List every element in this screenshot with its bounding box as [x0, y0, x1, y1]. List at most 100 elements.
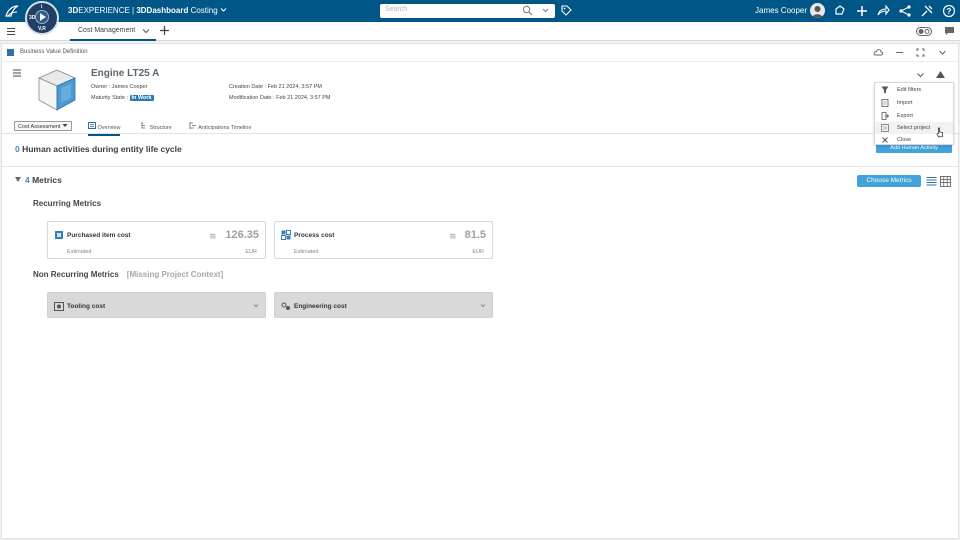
metric-status: Estimated: [67, 249, 92, 255]
expand-triangle-icon[interactable]: [15, 177, 21, 182]
notification-icon[interactable]: [833, 4, 847, 18]
filter-icon: [881, 86, 889, 94]
widget-app-icon: [7, 49, 14, 56]
search-icon[interactable]: [522, 5, 533, 16]
object-menu-icon[interactable]: [12, 68, 22, 78]
non-recurring-metrics-title: Non Recurring Metrics [Missing Project Co…: [33, 270, 224, 279]
project-icon: [881, 124, 889, 132]
creation-date-row: Creation Date : Feb 21 2024, 3:57 PM: [229, 84, 322, 90]
maturity-badge[interactable]: In Work: [129, 95, 154, 101]
compass-icon[interactable]: 3D V,R i: [25, 1, 59, 35]
metric-unit: EUR: [245, 249, 257, 255]
metric-card-process-cost[interactable]: Process cost ≊ 81.5 Estimated EUR: [274, 221, 493, 259]
metric-name: Engineering cost: [294, 303, 347, 310]
metric-value: 81.5: [464, 229, 486, 241]
metric-card-tooling-cost[interactable]: Tooling cost: [47, 292, 266, 318]
chevron-down-icon[interactable]: [480, 303, 486, 308]
metric-name: Purchased item cost: [67, 232, 131, 239]
tab-label: Cost Management: [78, 27, 136, 34]
metric-card-purchased-item-cost[interactable]: Purchased item cost ≊ 126.35 Estimated E…: [47, 221, 266, 259]
tools-icon[interactable]: [920, 4, 934, 18]
tab-anticipations-timeline[interactable]: Anticipations Timeline: [189, 122, 251, 131]
tab-bar: Cost Management: [0, 22, 960, 41]
menu-item-import[interactable]: Import: [875, 97, 953, 109]
add-tab-icon[interactable]: [159, 25, 170, 36]
choose-metrics-button[interactable]: Choose Metrics: [857, 175, 921, 187]
owner-row: Owner : James Cooper: [91, 84, 148, 90]
help-icon[interactable]: ?: [942, 4, 956, 18]
chevron-down-icon[interactable]: [142, 27, 150, 35]
human-activities-heading: 0 Human activities during entity life cy…: [15, 144, 182, 154]
tab-cost-management[interactable]: Cost Management: [70, 22, 156, 41]
divider: [2, 166, 958, 167]
close-icon: [882, 137, 888, 143]
avatar[interactable]: [810, 3, 825, 18]
compass-label-3d: 3D: [29, 15, 36, 21]
modification-date-row: Modification Date : Feb 21 2024, 3:57 PM: [229, 95, 331, 101]
view-tabs: Cost Assessment Overview Structure Antic…: [2, 118, 958, 136]
network-icon[interactable]: [898, 4, 912, 18]
export-icon: [881, 112, 889, 120]
approx-icon: ≊: [209, 231, 217, 241]
tab-structure[interactable]: Structure: [140, 122, 172, 131]
metrics-heading[interactable]: 4 Metrics: [15, 175, 62, 185]
share-icon[interactable]: [876, 4, 890, 18]
metric-name: Tooling cost: [67, 303, 106, 310]
modification-date: Feb 21 2024, 3:57 PM: [276, 95, 331, 101]
widget-header: Business Value Definition: [2, 44, 958, 62]
menu-item-edit-filters[interactable]: Edit filters: [875, 84, 953, 96]
toggle-icon[interactable]: [916, 27, 932, 36]
missing-project-context: [Missing Project Context]: [126, 270, 224, 279]
creation-date: Feb 21 2024, 3:57 PM: [267, 84, 322, 90]
compass-label-vr: V,R: [38, 26, 46, 32]
widget-title: Business Value Definition: [20, 49, 88, 55]
engineering-icon: [281, 302, 290, 310]
cloud-icon[interactable]: [873, 48, 883, 57]
chevron-down-icon[interactable]: [541, 5, 550, 16]
svg-text:?: ?: [947, 7, 952, 16]
metric-card-engineering-cost[interactable]: Engineering cost: [274, 292, 493, 318]
user-name[interactable]: James Cooper: [755, 6, 807, 15]
chevron-down-icon[interactable]: [253, 303, 259, 308]
search-input[interactable]: Search: [385, 6, 407, 13]
approx-icon: ≊: [449, 231, 457, 241]
chat-icon[interactable]: [944, 26, 955, 36]
tag-icon[interactable]: [560, 4, 573, 17]
owner-value: James Cooper: [111, 84, 148, 90]
purchased-item-icon: [55, 231, 63, 239]
hand-cursor-icon: [936, 127, 943, 138]
chevron-down-icon[interactable]: [938, 48, 947, 57]
brand-title: 3DEXPERIENCE | 3DDashboard Costing: [68, 6, 227, 15]
collapse-up-icon[interactable]: [935, 70, 946, 79]
ds-logo-icon[interactable]: [4, 3, 20, 19]
metric-status: Estimated: [294, 249, 319, 255]
structure-icon: [141, 122, 145, 129]
compass-label-i: i: [41, 4, 43, 10]
minimize-icon[interactable]: [895, 48, 904, 57]
overview-icon: [88, 122, 96, 129]
menu-icon[interactable]: [6, 27, 16, 36]
search-box[interactable]: Search: [380, 4, 555, 18]
maximize-icon[interactable]: [916, 48, 925, 57]
tooling-icon: [54, 302, 64, 311]
plus-icon[interactable]: [855, 4, 869, 18]
timeline-icon: [189, 122, 196, 129]
table-view-icon[interactable]: [940, 176, 951, 187]
product-cube-icon: [38, 69, 76, 111]
business-value-widget: Business Value Definition Engine LT25 A …: [1, 43, 959, 539]
metric-unit: EUR: [472, 249, 484, 255]
process-icon: [281, 230, 291, 240]
maturity-row: Maturity State : In Work: [91, 95, 154, 101]
chevron-down-icon[interactable]: [220, 7, 227, 13]
cost-assessment-dropdown[interactable]: Cost Assessment: [14, 121, 73, 131]
list-view-icon[interactable]: [926, 176, 937, 187]
metric-name: Process cost: [294, 232, 335, 239]
chevron-down-icon[interactable]: [916, 71, 925, 79]
menu-item-export[interactable]: Export: [875, 110, 953, 122]
import-icon: [881, 99, 889, 107]
recurring-metrics-title: Recurring Metrics: [33, 199, 102, 208]
caret-down-icon: [62, 124, 68, 127]
metric-value: 126.35: [225, 229, 259, 241]
tab-overview[interactable]: Overview: [88, 122, 121, 136]
app-name[interactable]: Costing: [191, 6, 218, 15]
